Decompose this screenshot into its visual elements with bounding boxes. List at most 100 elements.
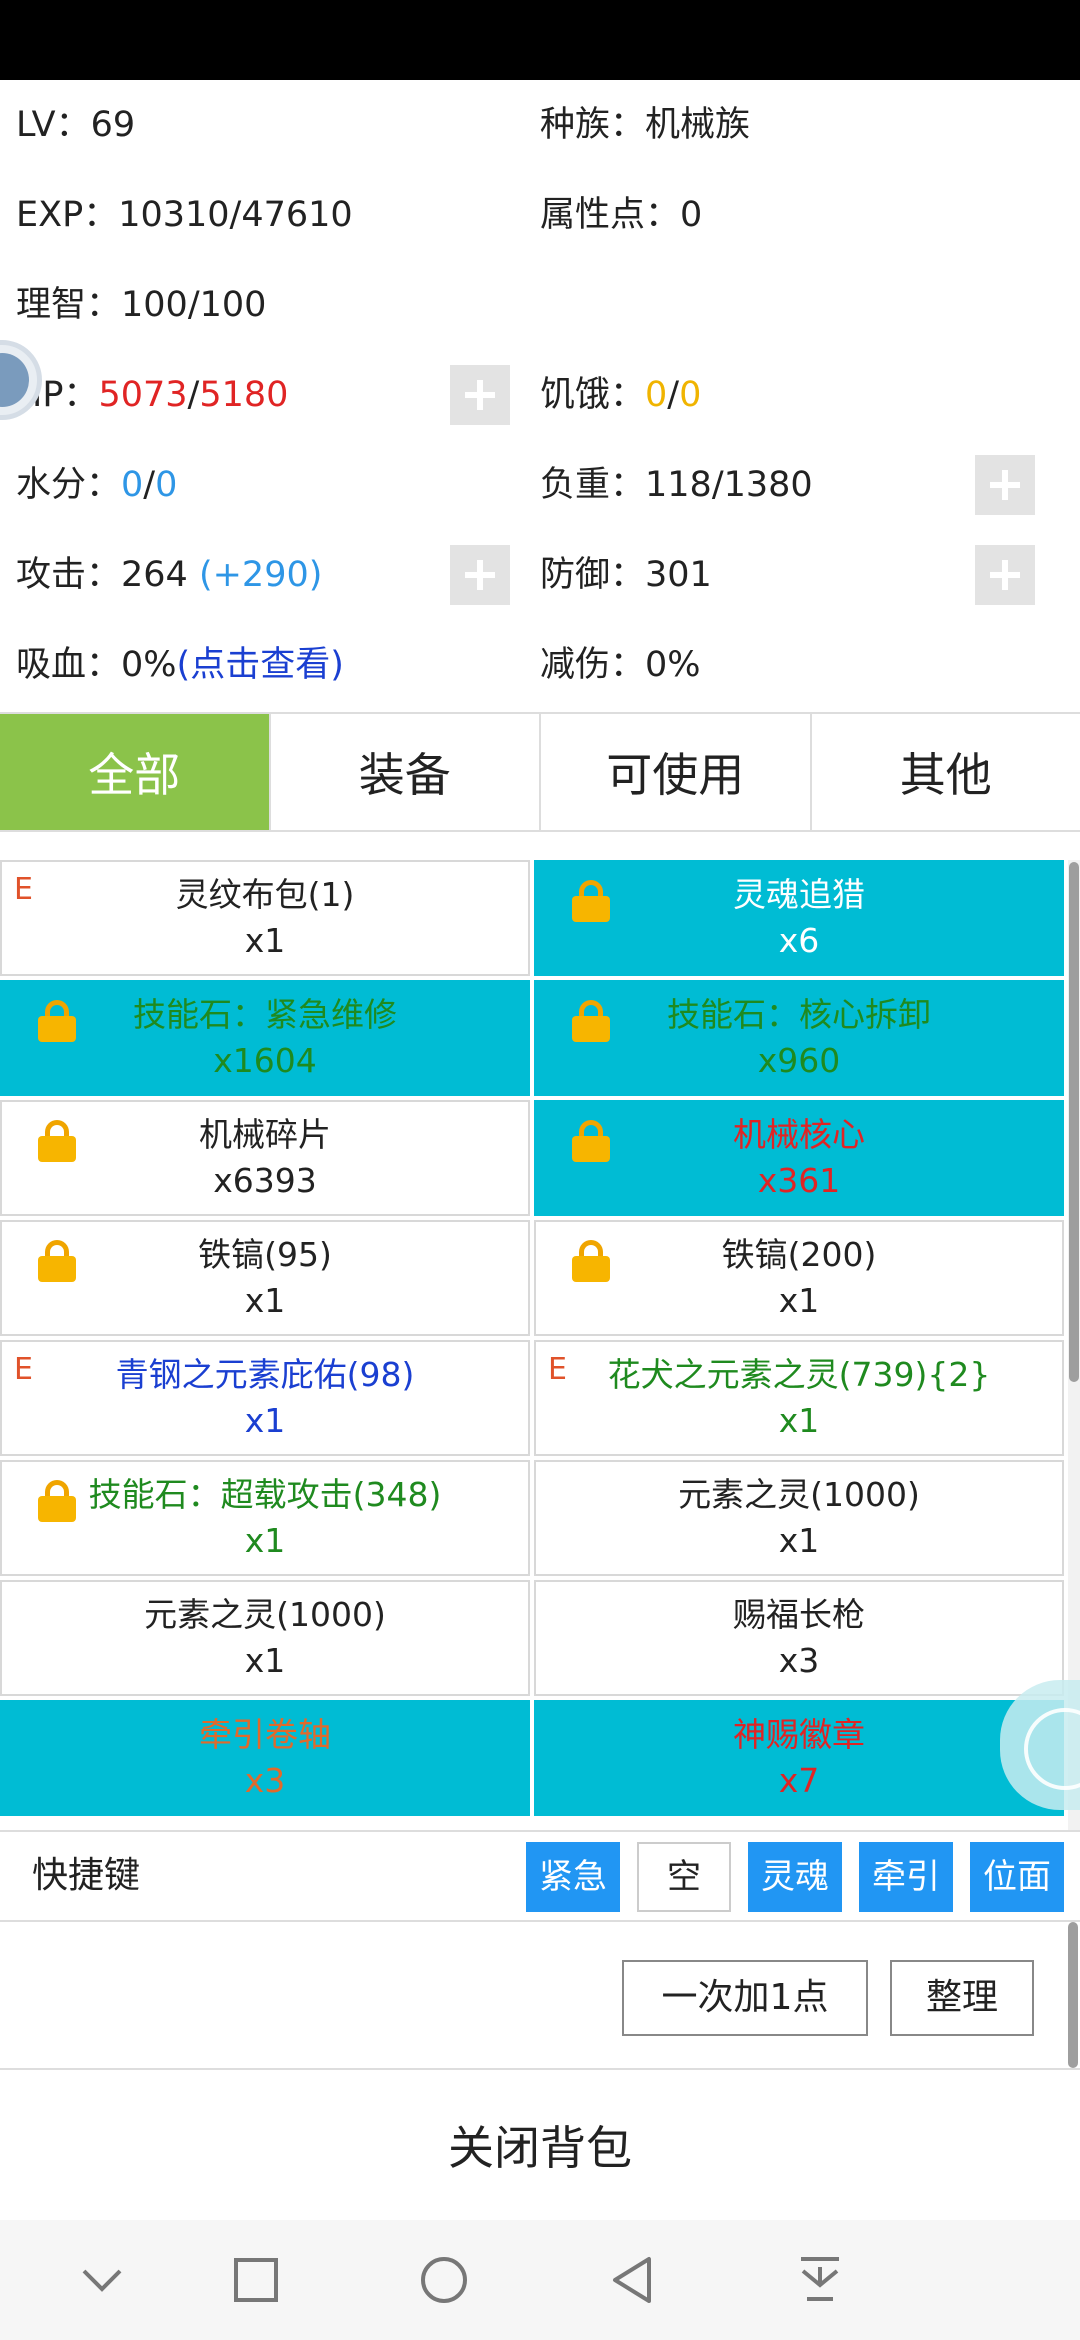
stats-row-4: HP：5073/5180 饥饿：0/0 [0, 350, 1080, 440]
quick-slot-empty[interactable]: 空 [637, 1842, 731, 1912]
inventory-item[interactable]: 元素之灵(1000) x1 [534, 1460, 1064, 1576]
inventory-item[interactable]: 铁镐(200) x1 [534, 1220, 1064, 1336]
item-quantity: x3 [244, 1761, 286, 1800]
inventory-item[interactable]: 牵引卷轴 x3 [0, 1700, 530, 1816]
hp-separator: / [187, 375, 200, 415]
inventory-item[interactable]: 元素之灵(1000) x1 [0, 1580, 530, 1696]
circle-icon[interactable] [404, 2220, 484, 2340]
lifesteal-details-link[interactable]: (点击查看) [177, 645, 344, 685]
stats-row-6: 攻击：264 (+290) 防御：301 [0, 530, 1080, 620]
exp-label: EXP： [16, 195, 119, 235]
attribute-points-label: 属性点： [540, 195, 681, 235]
item-name: 牵引卷轴 [199, 1715, 331, 1754]
tab-all[interactable]: 全部 [0, 714, 271, 830]
inventory-item[interactable]: 赐福长枪 x3 [534, 1580, 1064, 1696]
item-name: 灵魂追猎 [733, 875, 865, 914]
add-one-point-button[interactable]: 一次加1点 [622, 1960, 868, 2036]
lifesteal-stat: 吸血：0%(点击查看) [16, 620, 344, 710]
attribute-points-value: 0 [680, 195, 703, 235]
race-stat: 种族：机械族 [540, 80, 750, 170]
inventory-list[interactable]: E 灵纹布包(1) x1 灵魂追猎 x6 技能石：紧急维修 x1604 技能石：核心拆卸 x96… [0, 860, 1068, 1830]
character-stats: LV：69 种族：机械族 EXP：10310/47610 属性点：0 理智：10… [0, 80, 1080, 712]
quick-slot-plane[interactable]: 位面 [970, 1842, 1064, 1912]
item-name: 技能石：超载攻击(348) [88, 1475, 442, 1514]
item-name: 赐福长枪 [733, 1595, 865, 1634]
inventory-item[interactable]: E 灵纹布包(1) x1 [0, 860, 530, 976]
water-label: 水分： [16, 465, 122, 505]
inventory-item[interactable]: 技能石：紧急维修 x1604 [0, 980, 530, 1096]
equipped-mark: E [548, 1352, 567, 1387]
tab-other[interactable]: 其他 [811, 714, 1080, 830]
lock-icon [38, 1000, 76, 1042]
inventory-item[interactable]: 机械碎片 x6393 [0, 1100, 530, 1216]
item-name: 铁镐(200) [721, 1235, 877, 1274]
inventory-item[interactable]: 灵魂追猎 x6 [534, 860, 1064, 976]
quick-slot-traction[interactable]: 牵引 [859, 1842, 953, 1912]
defense-value: 301 [645, 555, 712, 595]
defense-stat: 防御：301 [540, 530, 712, 620]
quick-slot-emergency[interactable]: 紧急 [526, 1842, 620, 1912]
inventory-item[interactable]: 技能石：核心拆卸 x960 [534, 980, 1064, 1096]
inventory-item[interactable]: E 青钢之元素庇佑(98) x1 [0, 1340, 530, 1456]
sort-button[interactable]: 整理 [890, 1960, 1034, 2036]
sanity-stat: 理智：100/100 [16, 260, 266, 350]
equipped-mark: E [14, 1352, 33, 1387]
download-tray-icon[interactable] [780, 2220, 860, 2340]
item-quantity: x6 [778, 921, 820, 960]
attack-bonus: (+290) [198, 555, 323, 595]
item-quantity: x1 [244, 1401, 286, 1440]
close-backpack-button[interactable]: 关闭背包 [0, 2070, 1080, 2220]
lock-icon [38, 1120, 76, 1162]
inventory-scrollbar-thumb[interactable] [1069, 862, 1079, 1382]
defense-plus-button[interactable] [975, 545, 1035, 605]
inventory-tabs: 全部 装备 可使用 其他 [0, 712, 1080, 832]
damage-reduction-label: 减伤： [540, 645, 646, 685]
race-value: 机械族 [645, 105, 751, 145]
item-name: 神赐徽章 [733, 1715, 865, 1754]
inventory-item[interactable]: 技能石：超载攻击(348) x1 [0, 1460, 530, 1576]
lifesteal-value: 0% [121, 645, 177, 685]
inventory-item[interactable]: 神赐徽章 x7 [534, 1700, 1064, 1816]
item-quantity: x6393 [213, 1161, 317, 1200]
triangle-back-icon[interactable] [592, 2220, 672, 2340]
tab-usable[interactable]: 可使用 [541, 714, 812, 830]
chevron-down-icon[interactable] [62, 2220, 142, 2340]
sanity-label: 理智： [16, 285, 122, 325]
item-quantity: x960 [757, 1041, 841, 1080]
action-area-scrollbar[interactable] [1068, 1922, 1078, 2068]
stats-row-5: 水分：0/0 负重：118/1380 [0, 440, 1080, 530]
inventory-item[interactable]: E 花犬之元素之灵(739){2} x1 [534, 1340, 1064, 1456]
tab-equipment[interactable]: 装备 [270, 714, 541, 830]
item-name: 花犬之元素之灵(739){2} [607, 1355, 991, 1394]
item-name: 机械碎片 [199, 1115, 331, 1154]
quick-key-bar: 快捷键 紧急 空 灵魂 牵引 位面 [0, 1830, 1080, 1922]
item-quantity: x1 [244, 1641, 286, 1680]
item-quantity: x1 [244, 921, 286, 960]
inventory-item[interactable]: 机械核心 x361 [534, 1100, 1064, 1216]
inventory-item[interactable]: 铁镐(95) x1 [0, 1220, 530, 1336]
square-icon[interactable] [216, 2220, 296, 2340]
quick-slot-soul[interactable]: 灵魂 [748, 1842, 842, 1912]
item-quantity: x1 [778, 1281, 820, 1320]
hp-plus-button[interactable] [450, 365, 510, 425]
sanity-value: 100/100 [121, 285, 267, 325]
damage-reduction-stat: 减伤：0% [540, 620, 701, 710]
item-name: 技能石：核心拆卸 [667, 995, 931, 1034]
water-max: 0 [155, 465, 178, 505]
item-name: 机械核心 [733, 1115, 865, 1154]
item-name: 铁镐(95) [198, 1235, 332, 1274]
water-separator: / [143, 465, 156, 505]
lifesteal-label: 吸血： [16, 645, 122, 685]
hunger-label: 饥饿： [540, 375, 646, 415]
load-plus-button[interactable] [975, 455, 1035, 515]
attack-label: 攻击： [16, 555, 122, 595]
item-name: 技能石：紧急维修 [133, 995, 397, 1034]
stats-row-7: 吸血：0%(点击查看) 减伤：0% [0, 620, 1080, 710]
attack-plus-button[interactable] [450, 545, 510, 605]
attribute-points-stat: 属性点：0 [540, 170, 702, 260]
lock-icon [572, 1240, 610, 1282]
attack-value: 264 [121, 555, 199, 595]
exp-stat: EXP：10310/47610 [16, 170, 353, 260]
load-value: 118/1380 [645, 465, 813, 505]
system-navigation-bar [0, 2220, 1080, 2340]
